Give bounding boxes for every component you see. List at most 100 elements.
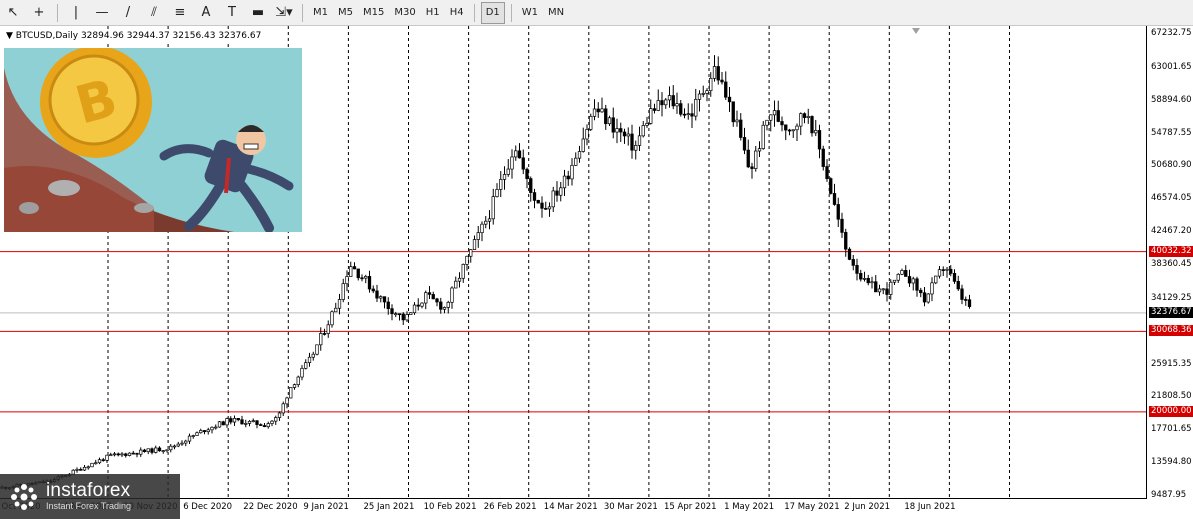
candle-body-up <box>296 376 300 386</box>
candle-body-up <box>450 287 454 303</box>
candle-body-down <box>124 453 128 456</box>
candle-body-up <box>187 435 192 442</box>
candle-body-up <box>277 412 282 418</box>
candle-body-down <box>746 149 750 168</box>
candle-body-up <box>656 100 660 111</box>
horizontal-line-icon[interactable]: — <box>90 2 114 24</box>
vertical-line-icon[interactable]: | <box>64 2 88 24</box>
candle-body-up <box>210 426 214 431</box>
candle-body-down <box>727 96 732 103</box>
candle-body-down <box>611 117 615 133</box>
candle-body-up <box>637 135 642 146</box>
timeframe-button-m30[interactable]: M30 <box>390 2 419 24</box>
candle-body-up <box>772 110 777 116</box>
chart-toolbar: ↖ + | — / ⫽ ≡ A T ▬ ⇲▾ M1 M5 M15 M30 H1 H4 D1 W1 MN <box>0 0 1193 26</box>
candle-body-up <box>686 113 690 116</box>
fibonacci-fan-icon[interactable]: ⫽ <box>142 2 166 24</box>
price-chart[interactable]: ▼ BTCUSD,Daily 32894.96 32944.37 32156.4… <box>0 26 1147 499</box>
candle-body-up <box>491 196 495 220</box>
rectangle-shape-icon[interactable]: ▬ <box>246 2 270 24</box>
candle-body-down <box>652 108 657 111</box>
candle-body-down <box>540 202 544 209</box>
candle-body-down <box>851 259 855 266</box>
candle-body-down <box>532 192 537 201</box>
price-tick-label: 46574.05 <box>1151 193 1192 204</box>
text-label-icon[interactable]: A <box>194 2 218 24</box>
timeframe-button-mn[interactable]: MN <box>544 2 568 24</box>
candle-body-up <box>626 133 630 137</box>
candle-body-up <box>412 304 417 314</box>
price-tick-label: 13594.80 <box>1151 457 1192 468</box>
candle-body-up <box>937 269 942 277</box>
candle-body-down <box>660 100 664 106</box>
price-tick-label: 42467.20 <box>1151 226 1192 237</box>
candle-body-up <box>285 397 289 405</box>
timeframe-button-d1[interactable]: D1 <box>480 1 505 24</box>
candle-body-down <box>776 110 780 122</box>
candle-body-up <box>169 445 173 451</box>
candle-body-up <box>424 292 428 304</box>
timeframe-button-w1[interactable]: W1 <box>518 2 542 24</box>
candle-body-up <box>814 130 818 134</box>
candle-body-up <box>442 307 447 310</box>
candle-body-up <box>735 119 739 123</box>
candle-body-down <box>724 81 728 98</box>
candle-body-up <box>476 232 480 240</box>
candle-body-up <box>600 108 604 113</box>
candle-body-up <box>615 128 619 133</box>
candle-body-down <box>847 248 852 260</box>
candle-body-down <box>157 447 162 452</box>
candle-body-down <box>101 459 105 462</box>
candle-body-up <box>319 333 323 346</box>
toolbar-separator <box>473 3 475 22</box>
candle-body-up <box>862 277 867 280</box>
candle-body-down <box>555 190 559 196</box>
candle-body-up <box>112 453 117 456</box>
arrows-dropdown-icon[interactable]: ⇲▾ <box>272 2 296 24</box>
candle-body-up <box>461 264 465 279</box>
price-axis[interactable]: 67232.75 63001.65 58894.60 54787.55 50680.90… <box>1147 26 1193 500</box>
trendline-icon[interactable]: / <box>116 2 140 24</box>
timeframe-button-h4[interactable]: H4 <box>446 2 468 24</box>
candle-body-up <box>502 174 507 180</box>
candle-body-up <box>487 218 492 222</box>
candle-body-up <box>289 387 293 399</box>
candle-body-down <box>941 269 945 271</box>
price-tick-label: 54787.55 <box>1151 127 1192 138</box>
timeframe-button-m1[interactable]: M1 <box>309 2 332 24</box>
text-box-icon[interactable]: T <box>220 2 244 24</box>
candle-body-down <box>630 133 634 151</box>
timeframe-button-m5[interactable]: M5 <box>334 2 357 24</box>
candle-body-up <box>86 466 90 469</box>
candle-body-up <box>161 450 165 452</box>
crosshair-icon[interactable]: + <box>27 2 51 24</box>
candle-body-down <box>949 268 953 274</box>
candle-body-up <box>270 420 274 424</box>
candle-body-up <box>649 108 653 124</box>
level-price-tag: 40032.32 <box>1149 245 1193 257</box>
cursor-arrow-icon[interactable]: ↖ <box>1 2 25 24</box>
candle-body-up <box>304 362 308 369</box>
shift-marker-icon <box>912 28 920 34</box>
collapse-triangle-icon[interactable]: ▼ <box>6 31 16 41</box>
candle-body-up <box>199 430 203 434</box>
timeframe-button-m15[interactable]: M15 <box>359 2 388 24</box>
candle-body-up <box>577 151 582 159</box>
candle-body-up <box>510 156 514 170</box>
candle-body-up <box>90 462 94 468</box>
candle-body-up <box>881 288 885 291</box>
watermark-brand: instaforex <box>46 480 131 501</box>
candle-body-down <box>517 150 522 159</box>
candle-body-down <box>262 425 267 428</box>
candle-body-up <box>506 168 510 175</box>
fibonacci-retracement-icon[interactable]: ≡ <box>168 2 192 24</box>
candle-body-up <box>146 448 150 452</box>
date-tick-label: 9 Jan 2021 <box>303 502 349 512</box>
candle-body-up <box>394 313 398 316</box>
candle-body-up <box>765 119 769 126</box>
candle-body-up <box>266 423 270 428</box>
candle-body-up <box>244 423 248 425</box>
timeframe-button-h1[interactable]: H1 <box>422 2 444 24</box>
candle-body-down <box>427 292 432 295</box>
candle-body-up <box>405 314 409 321</box>
